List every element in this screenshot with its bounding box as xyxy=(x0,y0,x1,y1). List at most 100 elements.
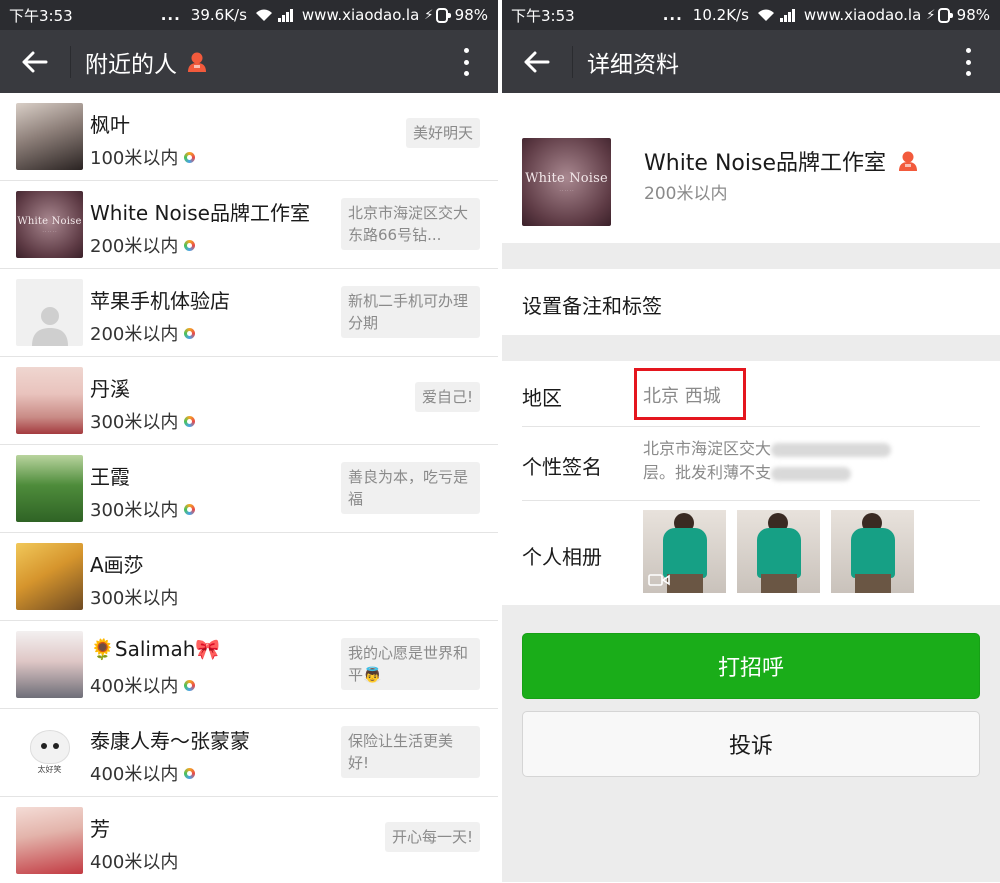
back-arrow-icon[interactable] xyxy=(502,30,572,93)
avatar-caption: 太好笑 xyxy=(37,765,62,774)
list-item[interactable]: 王霞 300米以内 善良为本，吃亏是福 xyxy=(0,445,498,533)
battery-percent: 98% xyxy=(454,6,488,24)
person-distance: 400米以内 xyxy=(90,760,196,786)
dog-cartoon-icon xyxy=(29,730,70,764)
distance-text: 300米以内 xyxy=(90,412,179,433)
status-bar: 下午3:53 ... 10.2K/s www.xiaodao.la ⚡ 98% xyxy=(502,0,1000,30)
person-name: 芳 xyxy=(90,817,110,841)
title-separator xyxy=(70,45,71,78)
moments-ring-icon xyxy=(184,679,196,691)
signature-row: 个性签名 北京市海淀区交大 层。批发利薄不支 xyxy=(502,427,1000,501)
default-avatar-icon xyxy=(16,279,83,346)
profile-name: White Noise品牌工作室 xyxy=(644,145,918,177)
avatar: 太好笑 xyxy=(16,719,83,786)
album-thumbnail[interactable] xyxy=(831,510,914,593)
person-icon xyxy=(898,150,918,172)
person-distance: 300米以内 xyxy=(90,408,196,434)
person-name: A画莎 xyxy=(90,553,144,577)
page-title: 详细资料 xyxy=(587,51,679,78)
action-buttons-area: 打招呼 投诉 xyxy=(502,605,1000,882)
avatar xyxy=(16,455,83,522)
moments-ring-icon xyxy=(184,767,196,779)
red-highlight-box xyxy=(634,368,746,420)
section-gap xyxy=(502,335,1000,361)
signal-icon xyxy=(779,8,795,22)
album-thumbnail[interactable] xyxy=(643,510,726,593)
distance-text: 300米以内 xyxy=(90,500,179,521)
back-arrow-icon[interactable] xyxy=(0,30,70,93)
profile-name-text: White Noise品牌工作室 xyxy=(644,151,886,176)
network-speed: 39.6K/s xyxy=(190,6,247,24)
report-button[interactable]: 投诉 xyxy=(522,711,980,777)
person-distance: 300米以内 xyxy=(90,584,178,610)
person-distance: 300米以内 xyxy=(90,496,196,522)
list-item[interactable]: 🌻Salimah🎀 400米以内 我的心愿是世界和平👼 xyxy=(0,621,498,709)
person-distance: 400米以内 xyxy=(90,672,196,698)
person-distance: 400米以内 xyxy=(90,848,178,874)
signature-value: 北京市海淀区交大 层。批发利薄不支 xyxy=(643,437,979,485)
distance-text: 100米以内 xyxy=(90,148,179,169)
person-signature: 北京市海淀区交大东路66号钻... xyxy=(341,198,480,250)
person-name: 枫叶 xyxy=(90,113,130,137)
remark-and-tags-row[interactable]: 设置备注和标签 xyxy=(502,269,1000,335)
distance-text: 300米以内 xyxy=(90,588,179,609)
greet-button[interactable]: 打招呼 xyxy=(522,633,980,699)
avatar xyxy=(16,631,83,698)
watermark-site: www.xiaodao.la xyxy=(803,6,922,24)
distance-text: 200米以内 xyxy=(90,324,179,345)
person-signature: 善良为本，吃亏是福 xyxy=(341,462,480,514)
person-name: 王霞 xyxy=(90,465,130,489)
page-title: 附近的人 xyxy=(85,51,177,78)
person-signature: 爱自己! xyxy=(414,382,480,412)
profile-distance: 200米以内 xyxy=(644,184,728,204)
album-thumbnail[interactable] xyxy=(737,510,820,593)
distance-text: 400米以内 xyxy=(90,764,179,785)
list-item[interactable]: 太好笑 泰康人寿～张蒙蒙 400米以内 保险让生活更美好! xyxy=(0,709,498,797)
nearby-people-screen: 下午3:53 ... 39.6K/s www.xiaodao.la ⚡ 98% … xyxy=(0,0,498,883)
list-item[interactable]: 芳 400米以内 开心每一天! xyxy=(0,797,498,883)
signature-line-2: 层。批发利薄不支 xyxy=(643,463,772,482)
title-separator xyxy=(572,45,573,78)
person-name: White Noise品牌工作室 xyxy=(90,201,310,225)
list-item[interactable]: 苹果手机体验店 200米以内 新机二手机可办理分期 xyxy=(0,269,498,357)
action-bar: 详细资料 xyxy=(502,30,1000,93)
person-distance: 100米以内 xyxy=(90,144,196,170)
status-time: 下午3:53 xyxy=(9,6,73,25)
person-name: 丹溪 xyxy=(90,377,130,401)
charging-icon: ⚡ xyxy=(926,7,936,23)
avatar xyxy=(16,543,83,610)
person-signature: 美好明天 xyxy=(405,118,480,148)
notification-dots: ... xyxy=(160,6,181,24)
album-label: 个人相册 xyxy=(522,545,602,569)
list-item[interactable]: A画莎 300米以内 xyxy=(0,533,498,621)
more-options-icon[interactable] xyxy=(956,44,980,80)
person-signature: 开心每一天! xyxy=(384,822,480,852)
battery-icon xyxy=(436,7,451,23)
moments-ring-icon xyxy=(184,415,196,427)
wifi-icon xyxy=(757,9,775,22)
distance-text: 400米以内 xyxy=(90,852,179,873)
album-row[interactable]: 个人相册 xyxy=(502,501,1000,605)
signature-label: 个性签名 xyxy=(522,455,602,479)
moments-ring-icon xyxy=(184,503,196,515)
network-speed: 10.2K/s xyxy=(692,6,749,24)
video-icon xyxy=(648,573,670,587)
avatar-logo-text: White Noise xyxy=(17,215,82,227)
people-list: 枫叶 100米以内 美好明天 White Noise · · · · · · Wh… xyxy=(0,93,498,883)
avatar-logo-text: White Noise xyxy=(525,171,608,186)
wifi-icon xyxy=(255,9,273,22)
battery-percent: 98% xyxy=(956,6,990,24)
region-row: 地区 北京 西城 xyxy=(502,361,1000,427)
profile-avatar[interactable]: White Noise · · · · · · xyxy=(522,138,611,226)
distance-text: 400米以内 xyxy=(90,676,179,697)
action-bar: 附近的人 xyxy=(0,30,498,93)
signature-line-1: 北京市海淀区交大 xyxy=(643,439,772,458)
signal-icon xyxy=(277,8,293,22)
list-item[interactable]: White Noise · · · · · · White Noise品牌工作室 … xyxy=(0,181,498,269)
more-options-icon[interactable] xyxy=(454,44,478,80)
list-item[interactable]: 丹溪 300米以内 爱自己! xyxy=(0,357,498,445)
list-item[interactable]: 枫叶 100米以内 美好明天 xyxy=(0,93,498,181)
status-time: 下午3:53 xyxy=(511,6,575,25)
notification-dots: ... xyxy=(662,6,683,24)
watermark-site: www.xiaodao.la xyxy=(301,6,420,24)
